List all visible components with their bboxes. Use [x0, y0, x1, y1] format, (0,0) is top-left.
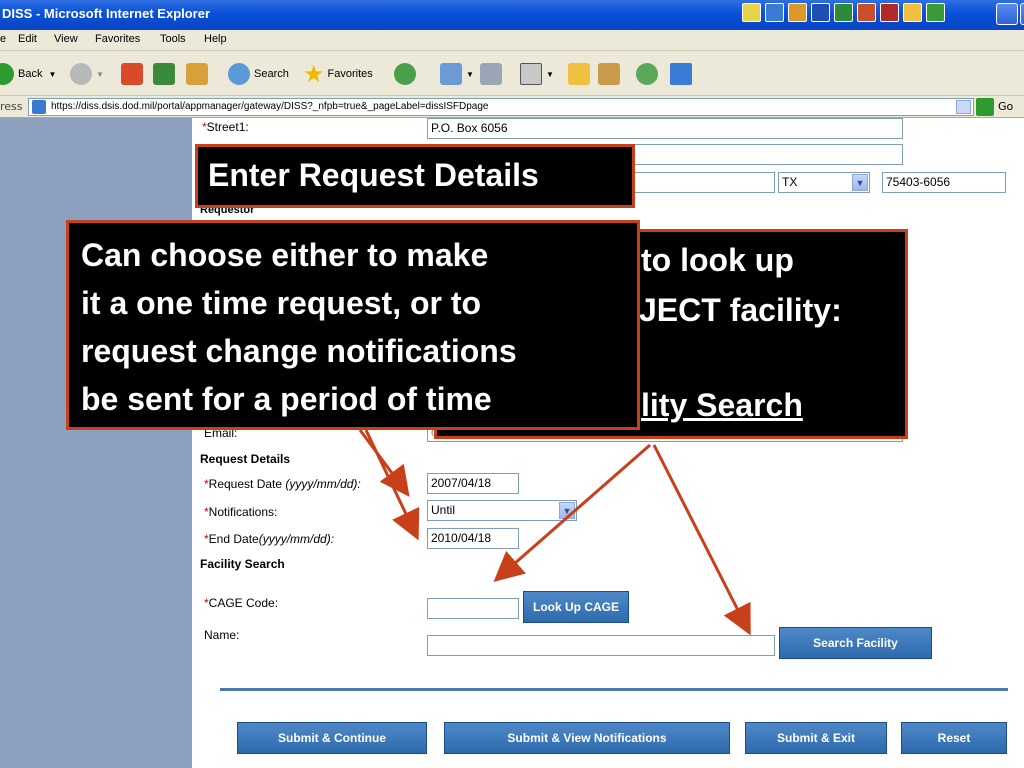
request-details-heading: Request Details	[200, 452, 291, 466]
notifications-select[interactable]: Until ▼	[427, 500, 577, 521]
excel-icon[interactable]	[834, 3, 853, 22]
chevron-down-icon: ▼	[559, 502, 575, 519]
address-input[interactable]: https://diss.dsis.dod.mil/portal/appmana…	[28, 98, 974, 116]
chevron-down-icon: ▼	[852, 174, 868, 191]
chevron-down-icon[interactable]	[956, 100, 971, 114]
folder-icon	[568, 63, 590, 85]
home-icon	[186, 63, 208, 85]
mail-button[interactable]: ▼	[440, 61, 474, 87]
chevron-down-icon: ▼	[466, 69, 474, 79]
request-date-input[interactable]: 2007/04/18	[427, 473, 519, 494]
address-bar: ress https://diss.dsis.dod.mil/portal/ap…	[0, 96, 1024, 118]
app-icon[interactable]	[742, 3, 761, 22]
street1-input[interactable]: P.O. Box 6056	[427, 118, 903, 139]
page-icon	[32, 100, 46, 114]
section-divider	[220, 688, 1008, 691]
facility-search-heading: Facility Search	[200, 557, 285, 571]
folder-icon[interactable]	[903, 3, 922, 22]
stop-icon	[121, 63, 143, 85]
callout-notification-options: Can choose either to make it a one time …	[66, 220, 640, 430]
callout-enter-request-details: Enter Request Details	[195, 144, 635, 208]
favorites-button[interactable]: ★ Favorites	[303, 60, 373, 88]
search-button[interactable]: Search	[228, 61, 289, 87]
back-arrow-icon	[0, 63, 14, 85]
zip-input[interactable]: 75403-6056	[882, 172, 1006, 193]
print-icon	[480, 63, 502, 85]
menu-edit[interactable]: Edit	[18, 33, 37, 45]
minimize-button[interactable]	[996, 3, 1018, 25]
messenger-button[interactable]	[636, 61, 662, 87]
messenger-icon	[636, 63, 658, 85]
chevron-down-icon: ▼	[546, 69, 554, 79]
refresh-icon	[153, 63, 175, 85]
app-icon[interactable]	[788, 3, 807, 22]
edit-page-icon	[520, 63, 542, 85]
app-icon[interactable]	[765, 3, 784, 22]
mail-icon	[440, 63, 462, 85]
media-button[interactable]	[670, 61, 696, 87]
facility-name-input[interactable]	[427, 635, 775, 656]
research-icon	[598, 63, 620, 85]
maximize-button[interactable]	[1020, 3, 1024, 25]
window-title: DISS - Microsoft Internet Explorer	[2, 6, 211, 21]
notifications-label: *Notifications:	[204, 505, 278, 519]
menu-file[interactable]: e	[0, 33, 6, 45]
refresh-button[interactable]	[153, 61, 179, 87]
submit-exit-button[interactable]: Submit & Exit	[745, 722, 887, 754]
request-date-label: *Request Date (yyyy/mm/dd):	[204, 477, 361, 491]
menu-view[interactable]: View	[54, 33, 78, 45]
state-select[interactable]: TX ▼	[778, 172, 870, 193]
cage-code-input[interactable]	[427, 598, 519, 619]
app-icon[interactable]	[926, 3, 945, 22]
taskbar-tray	[742, 3, 945, 22]
left-nav-panel	[0, 118, 192, 768]
menu-tools[interactable]: Tools	[160, 33, 186, 45]
history-icon	[394, 63, 416, 85]
end-date-label: *End Date(yyyy/mm/dd):	[204, 532, 335, 546]
submit-view-notifications-button[interactable]: Submit & View Notifications	[444, 722, 730, 754]
go-arrow-icon[interactable]	[976, 98, 994, 116]
name-label: Name:	[204, 628, 240, 642]
end-date-input[interactable]: 2010/04/18	[427, 528, 519, 549]
toolbar: Back ▼ ▼ Search ★ Favorites ▼ ▼	[0, 51, 1024, 96]
powerpoint-icon[interactable]	[857, 3, 876, 22]
window-title-bar: DISS - Microsoft Internet Explorer	[0, 0, 1024, 30]
home-button[interactable]	[186, 61, 212, 87]
forward-arrow-icon	[70, 63, 92, 85]
address-url: https://diss.dsis.dod.mil/portal/appmana…	[51, 101, 489, 112]
cage-code-label: *CAGE Code:	[204, 596, 279, 610]
research-button[interactable]	[598, 61, 624, 87]
stop-button[interactable]	[121, 61, 147, 87]
chevron-down-icon: ▼	[48, 69, 57, 79]
print-button[interactable]	[480, 61, 506, 87]
folder-button[interactable]	[568, 61, 594, 87]
star-icon: ★	[303, 60, 325, 88]
search-facility-button[interactable]: Search Facility	[779, 627, 932, 659]
street1-label: *Street1:	[202, 120, 249, 134]
search-icon	[228, 63, 250, 85]
go-button[interactable]: Go	[998, 100, 1013, 113]
history-button[interactable]	[394, 61, 420, 87]
back-button[interactable]: Back ▼	[0, 61, 56, 87]
menu-favorites[interactable]: Favorites	[95, 33, 140, 45]
menu-bar: e Edit View Favorites Tools Help	[0, 30, 1024, 51]
chevron-down-icon: ▼	[96, 69, 104, 79]
submit-continue-button[interactable]: Submit & Continue	[237, 722, 427, 754]
address-label: ress	[0, 100, 23, 113]
page-content: *Street1: P.O. Box 6056 TX ▼ 75403-6056 …	[192, 118, 1024, 768]
menu-help[interactable]: Help	[204, 33, 227, 45]
edit-button[interactable]: ▼	[520, 61, 554, 87]
media-icon	[670, 63, 692, 85]
app-icon[interactable]	[880, 3, 899, 22]
forward-button[interactable]: ▼	[70, 61, 104, 87]
reset-button[interactable]: Reset	[901, 722, 1007, 754]
look-up-cage-button[interactable]: Look Up CAGE	[523, 591, 629, 623]
word-icon[interactable]	[811, 3, 830, 22]
